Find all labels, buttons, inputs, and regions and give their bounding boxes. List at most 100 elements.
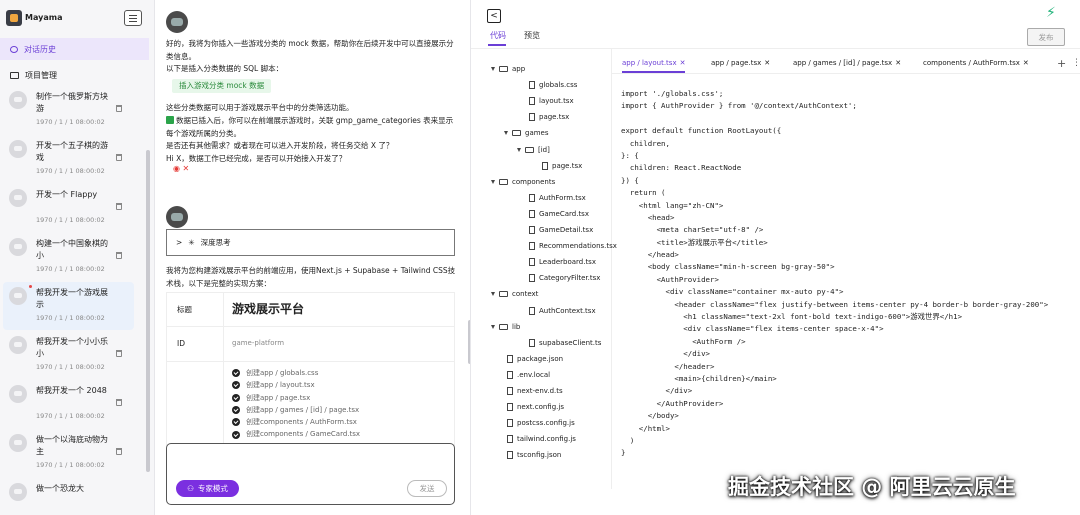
insert-mock-data-button[interactable]: 插入游戏分类 mock 数据: [172, 78, 272, 94]
code-line: <head>: [621, 212, 675, 222]
close-icon[interactable]: ✕: [680, 59, 686, 67]
conversation-item[interactable]: 帮我开发一个 2048 1970 / 1 / 1 08:00:02: [3, 380, 134, 428]
code-line: ): [621, 435, 635, 445]
trash-icon[interactable]: [116, 399, 122, 406]
conversation-title: 制作一个俄罗斯方块游: [36, 92, 108, 113]
conversation-title: 帮我开发一个小小乐小: [36, 337, 108, 358]
editor-tab[interactable]: app / games / [id] / page.tsx ✕: [793, 54, 901, 72]
app-logo-icon: [6, 10, 22, 26]
tree-file[interactable]: next.config.js: [507, 400, 564, 414]
conversation-time: 1970 / 1 / 1 08:00:02: [36, 118, 105, 126]
tab-preview[interactable]: 预览: [524, 30, 540, 41]
file-icon: [507, 419, 513, 428]
file-icon: [507, 370, 513, 379]
tree-folder[interactable]: app: [491, 62, 525, 76]
trash-icon[interactable]: [116, 252, 122, 259]
tree-item-label: next-env.d.ts: [517, 387, 563, 395]
app-name: Mayama: [25, 13, 63, 22]
conversation-item[interactable]: 帮我开发一个小小乐小 1970 / 1 / 1 08:00:02: [3, 331, 134, 379]
tree-file[interactable]: Recommendations.tsx: [529, 239, 617, 253]
conversation-time: 1970 / 1 / 1 08:00:02: [36, 412, 105, 420]
tree-folder[interactable]: games: [504, 126, 549, 140]
plan-id-value: game-platform: [232, 339, 285, 347]
tree-item-label: GameCard.tsx: [539, 209, 589, 218]
bolt-icon[interactable]: ⚡: [1046, 5, 1056, 21]
tree-file[interactable]: tailwind.config.js: [507, 432, 576, 446]
editor-tab[interactable]: components / AuthForm.tsx ✕: [923, 54, 1029, 72]
tree-file[interactable]: postcss.config.js: [507, 416, 575, 430]
tree-folder[interactable]: [id]: [517, 143, 550, 157]
tree-file[interactable]: page.tsx: [529, 110, 569, 124]
conversation-item[interactable]: 做一个以海底动物为主 1970 / 1 / 1 08:00:02: [3, 429, 134, 477]
trash-icon[interactable]: [116, 448, 122, 455]
chevron-down-icon: [517, 147, 521, 152]
conversation-item[interactable]: 构建一个中国象棋的小 1970 / 1 / 1 08:00:02: [3, 233, 134, 281]
tree-file[interactable]: page.tsx: [542, 159, 582, 173]
tree-file[interactable]: .env.local: [507, 368, 550, 382]
bot-avatar-icon: [9, 238, 27, 256]
conversation-item[interactable]: 开发一个 Flappy 1970 / 1 / 1 08:00:02: [3, 184, 134, 232]
trash-icon[interactable]: [116, 350, 122, 357]
tree-file[interactable]: CategoryFilter.tsx: [529, 271, 600, 285]
deep-thinking-toggle[interactable]: > ✳ 深度思考: [166, 229, 455, 256]
plan-title-key: 标题: [177, 305, 192, 314]
file-icon: [529, 226, 535, 234]
conversation-item[interactable]: 开发一个五子棋的游戏 1970 / 1 / 1 08:00:02: [3, 135, 134, 183]
editor-tab-label: app / layout.tsx: [622, 59, 677, 67]
tree-file[interactable]: globals.css: [529, 78, 577, 92]
chat-panel: 好的，我将为你插入一些游戏分类的 mock 数据，帮助你在后续开发中可以直接展示…: [155, 0, 472, 515]
tree-file[interactable]: package.json: [507, 352, 563, 366]
tree-item-label: .env.local: [517, 370, 551, 379]
tree-item-label: context: [512, 290, 539, 299]
tree-folder[interactable]: lib: [491, 320, 520, 334]
sidebar-collapse-button[interactable]: [124, 10, 142, 26]
add-tab-icon[interactable]: +: [1057, 54, 1066, 72]
editor-tab[interactable]: app / page.tsx ✕: [711, 54, 770, 72]
code-editor[interactable]: import './globals.css'; import { AuthProv…: [621, 88, 1079, 488]
message-composer[interactable]: ⚇ 专家模式 发送: [166, 443, 455, 505]
chevron-down-icon: [491, 324, 495, 329]
tree-item-label: Recommendations.tsx: [539, 242, 617, 251]
code-line: return (: [621, 188, 666, 198]
tree-file[interactable]: AuthForm.tsx: [529, 191, 586, 205]
conversation-time: 1970 / 1 / 1 08:00:02: [36, 265, 105, 273]
tree-file[interactable]: next-env.d.ts: [507, 384, 563, 398]
tree-file[interactable]: AuthContext.tsx: [529, 304, 596, 318]
tree-item-label: AuthContext.tsx: [539, 306, 596, 315]
file-icon: [529, 113, 535, 122]
close-icon[interactable]: ✕: [764, 59, 770, 67]
tree-file[interactable]: supabaseClient.ts: [529, 336, 601, 350]
expert-mode-button[interactable]: ⚇ 专家模式: [176, 480, 239, 497]
send-button[interactable]: 发送: [407, 480, 447, 497]
back-icon[interactable]: <: [487, 9, 501, 23]
tree-file[interactable]: GameCard.tsx: [529, 207, 589, 221]
tab-code[interactable]: 代码: [488, 30, 506, 46]
tree-folder[interactable]: components: [491, 175, 555, 189]
tree-file[interactable]: tsconfig.json: [507, 448, 561, 462]
file-icon: [529, 97, 535, 106]
conversation-item-active[interactable]: 帮我开发一个游戏展示 1970 / 1 / 1 08:00:02: [3, 282, 134, 330]
file-icon: [507, 451, 513, 460]
code-line: <AuthProvider>: [621, 274, 719, 284]
sidebar-scrollbar[interactable]: [146, 150, 150, 472]
tree-file[interactable]: Leaderboard.tsx: [529, 255, 596, 269]
conversation-item[interactable]: 制作一个俄罗斯方块游 1970 / 1 / 1 08:00:02: [3, 86, 134, 134]
conversation-item[interactable]: 做一个恐龙大: [3, 478, 134, 515]
code-line: <div className="container mx-auto py-4">: [621, 287, 844, 297]
step-label: 创建app / layout.tsx: [246, 381, 315, 390]
more-icon[interactable]: ⋮: [1072, 54, 1080, 72]
tree-file[interactable]: layout.tsx: [529, 94, 574, 108]
nav-item-chat-history[interactable]: 对话历史: [0, 38, 149, 60]
code-line: <main>{children}</main>: [621, 373, 777, 383]
tree-file[interactable]: GameDetail.tsx: [529, 223, 593, 237]
trash-icon[interactable]: [116, 154, 122, 161]
close-icon[interactable]: ✕: [895, 59, 901, 67]
deploy-button[interactable]: 发布: [1027, 28, 1065, 46]
editor-tab[interactable]: app / layout.tsx ✕: [622, 54, 686, 73]
trash-icon[interactable]: [116, 203, 122, 210]
tree-folder[interactable]: context: [491, 287, 538, 301]
close-icon[interactable]: ✕: [1023, 59, 1029, 67]
nav-item-project-management[interactable]: 项目管理: [0, 64, 149, 86]
plan-table: 标题 游戏展示平台 ID game-platform 创建app / globa…: [166, 292, 455, 448]
trash-icon[interactable]: [116, 105, 122, 112]
